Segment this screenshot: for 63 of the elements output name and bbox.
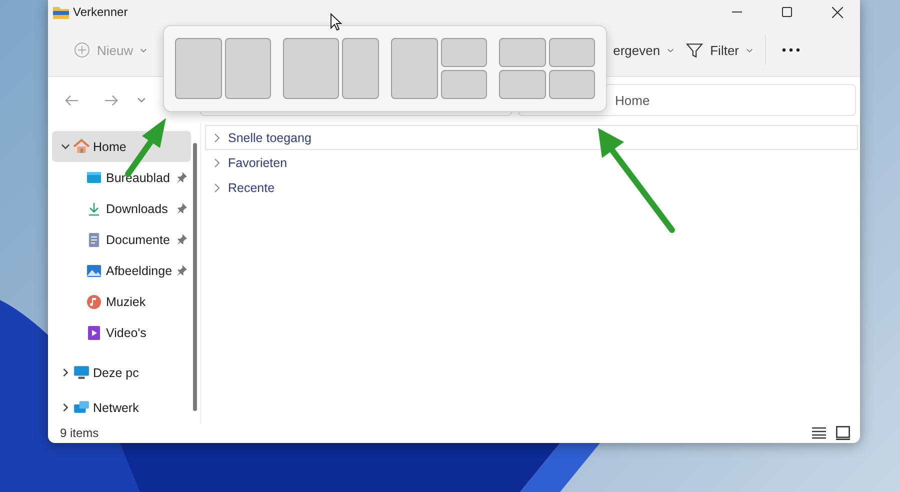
group-label: Favorieten (228, 156, 288, 170)
sidebar-item[interactable]: Home (52, 131, 192, 162)
snap-zone[interactable] (440, 70, 487, 99)
snap-zone[interactable] (548, 38, 595, 67)
sidebar-label: Documente (106, 232, 170, 246)
forward-arrow-icon (104, 92, 118, 108)
item-count: 9 items (60, 426, 99, 440)
sidebar-item[interactable]: Downloads (52, 193, 192, 224)
sidebar-label: Home (93, 140, 126, 154)
view-button[interactable]: ergeven (611, 36, 678, 64)
sidebar-label: Bureaublad (106, 170, 170, 184)
filter-icon (686, 42, 704, 58)
snap-zone[interactable] (342, 38, 379, 99)
sidebar-label: Netwerk (93, 400, 139, 414)
tiles-view-button[interactable] (836, 426, 850, 440)
snap-zone[interactable] (175, 38, 222, 99)
back-arrow-icon (64, 92, 78, 108)
sidebar-item[interactable]: Netwerk (52, 395, 192, 420)
snap-zone[interactable] (283, 38, 339, 99)
snap-zone[interactable] (499, 38, 546, 67)
window-title: Verkenner (73, 5, 128, 19)
snap-zone[interactable] (391, 38, 438, 99)
close-icon (832, 6, 842, 18)
sidebar-item[interactable]: Documente (52, 224, 192, 255)
caret-icon (746, 48, 753, 52)
sidebar-label: Afbeeldinge (106, 264, 172, 278)
document-icon (86, 232, 102, 248)
music-icon (86, 294, 102, 310)
sidebar-label: Video's (106, 326, 146, 340)
plus-circle-icon (74, 42, 90, 58)
group-label: Recente (228, 180, 275, 194)
maximize-icon (782, 7, 792, 17)
monitor-icon (73, 364, 90, 381)
caret-icon (136, 97, 146, 103)
caret-icon (667, 48, 674, 52)
snap-zone[interactable] (499, 70, 546, 99)
sidebar-item[interactable]: Muziek (52, 286, 192, 317)
filter-button[interactable]: Filter (678, 36, 761, 64)
download-icon (86, 200, 102, 216)
sidebar-item[interactable]: Deze pc (52, 358, 192, 387)
group-label: Snelle toegang (228, 130, 312, 144)
snap-zone[interactable] (548, 70, 595, 99)
sidebar-label: Downloads (106, 202, 168, 216)
caret-icon (140, 48, 148, 52)
snap-zone[interactable] (224, 38, 271, 99)
sidebar-label: Muziek (106, 294, 146, 308)
group-header[interactable]: Snelle toegang (205, 125, 858, 150)
network-icon (73, 399, 90, 416)
folder-icon (53, 5, 69, 19)
home-icon (73, 138, 90, 155)
sidebar-label: Deze pc (93, 366, 139, 380)
group-header[interactable]: Favorieten (205, 150, 858, 175)
picture-icon (86, 262, 102, 278)
sidebar-item[interactable]: Bureaublad (52, 162, 192, 193)
snap-zone[interactable] (440, 38, 487, 67)
scrollbar-thumb[interactable] (193, 143, 197, 411)
more-icon (782, 48, 800, 52)
sidebar-item[interactable]: Video's (52, 317, 192, 348)
sidebar-item[interactable]: Afbeeldinge (52, 255, 192, 286)
desktop-icon (86, 170, 102, 186)
group-header[interactable]: Recente (205, 175, 858, 200)
video-icon (86, 324, 102, 340)
details-view-button[interactable] (812, 426, 826, 438)
